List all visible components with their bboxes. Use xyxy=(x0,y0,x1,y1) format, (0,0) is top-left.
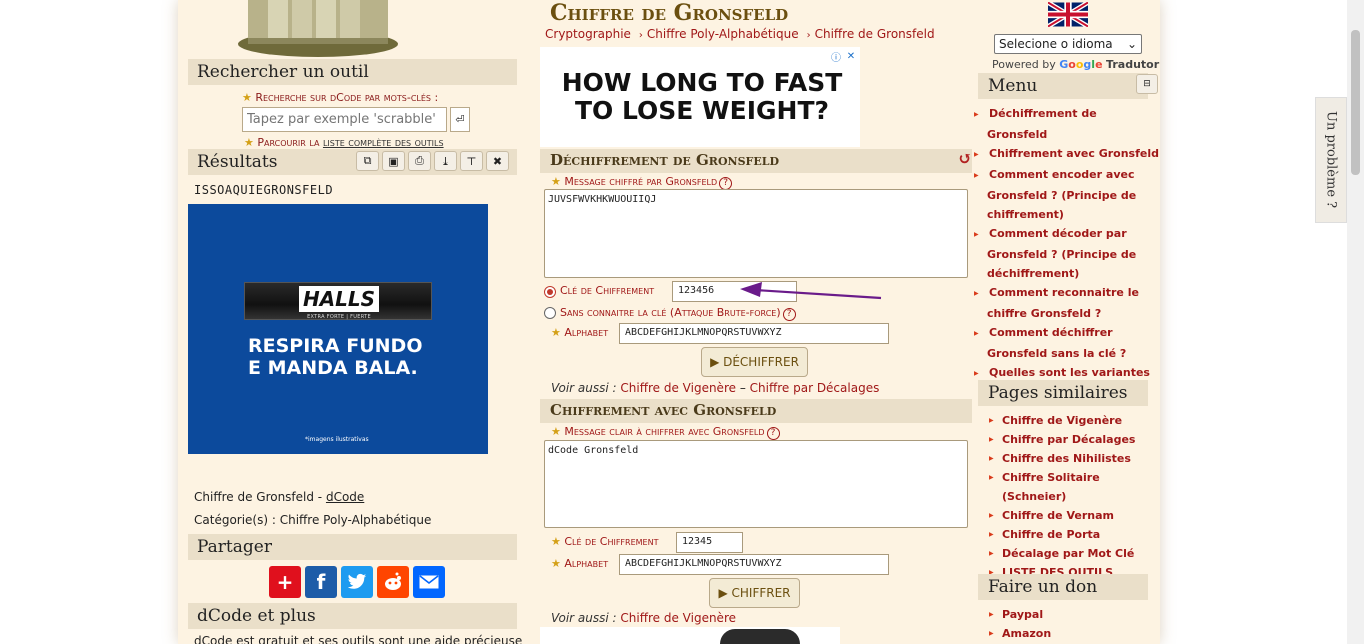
category-line: Catégorie(s) : Chiffre Poly-Alphabétique xyxy=(194,513,432,527)
halls-note: *imagens ilustrativas xyxy=(305,436,369,443)
donate-header: Faire un don xyxy=(978,574,1148,600)
donate-list: Paypal Amazon xyxy=(987,605,1159,643)
left-sidebar: Rechercher un outil ★ Recherche sur dCod… xyxy=(188,0,522,644)
dcode-plus-text: dCode est gratuit et ses outils sont une… xyxy=(194,634,523,644)
menu-item[interactable]: Comment décoder par Gronsfeld ? (Princip… xyxy=(987,224,1159,283)
feedback-tab[interactable]: Un problème ? xyxy=(1315,97,1347,223)
halls-advertisement[interactable]: HALLS EXTRA FORTE | FUERTE RESPIRA FUNDO… xyxy=(188,204,488,454)
close-icon[interactable]: ✖ xyxy=(486,151,509,171)
star-icon: ★ xyxy=(244,136,258,149)
halls-pack-image: HALLS EXTRA FORTE | FUERTE xyxy=(244,282,432,320)
menu-item[interactable]: Comment déchiffrer Gronsfeld sans la clé… xyxy=(987,323,1159,363)
addthis-icon[interactable]: + xyxy=(269,566,301,598)
save-icon[interactable]: ▣ xyxy=(382,151,405,171)
cryptex-lock-image xyxy=(238,0,398,57)
result-toolbar: ⧉ ▣ ⎙ ⤓ ⊤ ✖ xyxy=(356,151,509,171)
similar-item[interactable]: Chiffre de Porta xyxy=(987,525,1159,544)
similar-item[interactable]: Chiffre de Vernam xyxy=(987,506,1159,525)
similar-item[interactable]: Chiffre des Nihilistes xyxy=(987,449,1159,468)
google-logo: Google xyxy=(1059,58,1103,71)
halls-logo: HALLS xyxy=(299,286,379,312)
share-buttons: + f xyxy=(269,566,445,598)
dcode-plus-header: dCode et plus xyxy=(188,603,517,629)
search-hint: ★ Recherche sur dCode par mots-clés : xyxy=(242,91,439,104)
donate-item[interactable]: Amazon xyxy=(987,624,1159,643)
language-select[interactable]: Selecione o idioma ⌄ xyxy=(994,34,1142,54)
search-icon: ⏎ xyxy=(455,113,465,126)
similar-item[interactable]: Chiffre de Vigenère xyxy=(987,411,1159,430)
menu-item[interactable]: Déchiffrement de Gronsfeld xyxy=(987,104,1159,144)
scrollbar[interactable] xyxy=(1347,0,1364,644)
similar-item[interactable]: Chiffre par Décalages xyxy=(987,430,1159,449)
menu-item[interactable]: Chiffrement avec Gronsfeld xyxy=(987,144,1159,165)
similar-pages-header: Pages similaires xyxy=(978,380,1148,406)
collapse-icon[interactable]: ⊟ xyxy=(1136,74,1158,94)
halls-slogan: RESPIRA FUNDO E MANDA BALA. xyxy=(248,335,423,379)
search-input[interactable] xyxy=(242,107,447,132)
results-title: Résultats xyxy=(197,152,278,172)
reddit-icon[interactable] xyxy=(377,566,409,598)
copy-icon[interactable]: ⧉ xyxy=(356,151,379,171)
annotation-arrow-icon xyxy=(740,282,882,300)
twitter-icon[interactable] xyxy=(341,566,373,598)
facebook-icon[interactable]: f xyxy=(305,566,337,598)
page-reference: Chiffre de Gronsfeld - dCode xyxy=(194,490,365,504)
similar-item[interactable]: Décalage par Mot Clé xyxy=(987,544,1159,563)
main-content: Chiffre de Gronsfeld Cryptographie › Chiff… xyxy=(540,0,972,644)
similar-pages-list: Chiffre de Vigenère Chiffre par Décalage… xyxy=(987,411,1159,601)
print-icon[interactable]: ⎙ xyxy=(408,151,431,171)
email-icon[interactable] xyxy=(413,566,445,598)
pin-icon[interactable]: ⊤ xyxy=(460,151,483,171)
halls-sub: EXTRA FORTE | FUERTE xyxy=(307,314,371,320)
browse-tools-line: ★ Parcourir la liste complète des outils xyxy=(244,136,444,149)
uk-flag-icon[interactable] xyxy=(1048,2,1088,27)
menu-list: Déchiffrement de Gronsfeld Chiffrement a… xyxy=(987,104,1159,403)
donate-item[interactable]: Paypal xyxy=(987,605,1159,624)
menu-item[interactable]: Comment encoder avec Gronsfeld ? (Princi… xyxy=(987,165,1159,224)
star-icon: ★ xyxy=(242,91,256,104)
search-box: ★ Recherche sur dCode par mots-clés : ⏎ xyxy=(242,91,472,132)
share-header: Partager xyxy=(188,534,517,560)
chevron-down-icon: ⌄ xyxy=(1126,37,1137,51)
google-translate-credit: Powered by Google Tradutor xyxy=(992,58,1160,71)
result-output: ISSOAQUIEGRONSFELD xyxy=(194,183,334,197)
dcode-link[interactable]: dCode xyxy=(326,490,364,504)
menu-item[interactable]: Comment reconnaitre le chiffre Gronsfeld… xyxy=(987,283,1159,323)
full-tools-list-link[interactable]: liste complète des outils xyxy=(323,136,444,149)
right-sidebar: Selecione o idioma ⌄ Powered by Google Tr… xyxy=(978,0,1160,644)
menu-header: Menu xyxy=(978,73,1148,99)
download-icon[interactable]: ⤓ xyxy=(434,151,457,171)
results-header: Résultats ⧉ ▣ ⎙ ⤓ ⊤ ✖ xyxy=(188,149,517,175)
similar-item[interactable]: Chiffre Solitaire (Schneier) xyxy=(987,468,1159,506)
search-tool-header: Rechercher un outil xyxy=(188,59,517,85)
search-button[interactable]: ⏎ xyxy=(450,107,470,132)
scrollbar-thumb[interactable] xyxy=(1351,30,1360,175)
